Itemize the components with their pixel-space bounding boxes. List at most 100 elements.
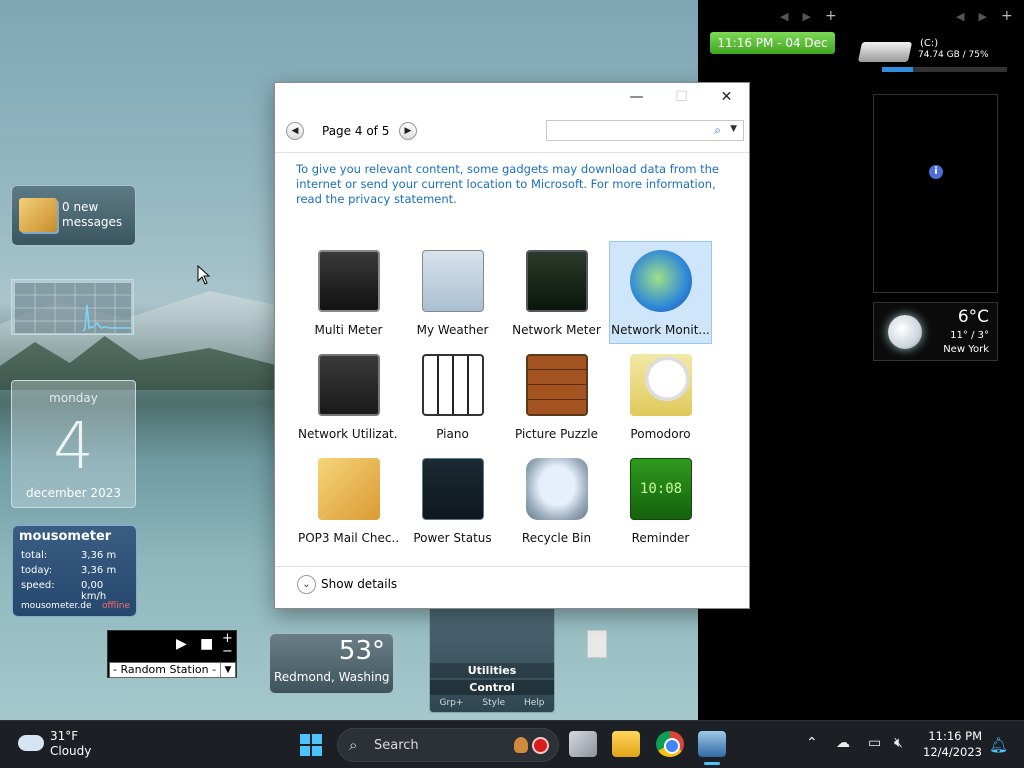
chevron-down-icon[interactable]: ▼ [730, 124, 737, 134]
chevron-down-icon: ⌄ [297, 575, 316, 594]
gadget-tile-picture-puzzle[interactable]: Picture Puzzle [505, 345, 608, 448]
gadget-tile-piano[interactable]: Piano [401, 345, 504, 448]
gadget-tile-reminder[interactable]: 10:08 Reminder [609, 449, 712, 552]
gadget-tile-network-utilization[interactable]: Network Utilizat... [297, 345, 400, 448]
mousometer-status[interactable]: offline [102, 601, 130, 611]
weather-city: New York [943, 344, 989, 355]
piano-icon [422, 354, 484, 416]
group-button[interactable]: Grp+ [439, 698, 463, 708]
weather-gadget-newyork[interactable]: 6°C 11° / 3° New York [873, 302, 998, 361]
previous-icon[interactable]: ◀ [956, 10, 964, 23]
radio-gadget[interactable]: ▶ ■ + − - Random Station - ▼ [107, 630, 237, 678]
gadget-tile-pomodoro[interactable]: Pomodoro [609, 345, 712, 448]
gadget-tile-power-status[interactable]: Power Status [401, 449, 504, 552]
mail-message-count: 0 new messages [62, 200, 123, 229]
moon-icon [888, 315, 922, 349]
divider [275, 566, 749, 567]
drive-size: 74.74 GB / 75% [918, 50, 989, 60]
maximize-button[interactable]: ☐ [659, 83, 704, 111]
previous-icon[interactable]: ◀ [780, 10, 788, 23]
onedrive-offline-icon[interactable]: ☁ [836, 735, 850, 751]
clock-gadget[interactable]: 11:16 PM - 04 Dec [710, 32, 835, 54]
display-icon[interactable]: ▭ [868, 735, 881, 751]
taskbar: 31°F Cloudy ⌕ Search ⌃ ☁ ▭ 🔇︎ 11:16 PM 1… [0, 720, 1024, 768]
style-button[interactable]: Style [482, 698, 505, 708]
volume-down-icon[interactable]: − [222, 644, 233, 659]
mousometer-link[interactable]: mousometer.de [21, 601, 92, 611]
station-select[interactable]: - Random Station - ▼ [109, 662, 236, 678]
gadgets-app-icon[interactable] [698, 731, 726, 757]
next-icon[interactable]: ▶ [978, 10, 986, 23]
search-icon[interactable]: ⌕ [714, 123, 721, 138]
multimeter-icon [318, 250, 380, 312]
file-explorer-icon[interactable] [612, 731, 640, 757]
picture-puzzle-icon [526, 354, 588, 416]
active-app-indicator [704, 762, 720, 765]
taskbar-search-box[interactable]: ⌕ Search [337, 728, 559, 762]
start-button[interactable] [300, 734, 322, 756]
blank-gadget[interactable] [587, 630, 607, 658]
chevron-down-icon: ▼ [220, 663, 235, 677]
next-icon[interactable]: ▶ [802, 10, 810, 23]
network-monitor-icon [630, 250, 692, 312]
search-highlight-icon [514, 737, 528, 753]
power-status-icon [422, 458, 484, 520]
info-icon[interactable]: i [929, 165, 943, 179]
gadget-tile-recycle-bin[interactable]: Recycle Bin [505, 449, 608, 552]
network-utilization-icon [318, 354, 380, 416]
gadget-tile-pop3-mail[interactable]: POP3 Mail Chec... [297, 449, 400, 552]
search-gadgets-input[interactable]: ⌕ ▼ [546, 120, 744, 141]
utilities-control-gadget[interactable]: Utilities Control Grp+ Style Help [429, 605, 555, 713]
gadget-tile-network-monitor[interactable]: Network Monit... [609, 241, 712, 344]
stop-icon[interactable]: ■ [200, 636, 213, 652]
taskbar-clock[interactable]: 11:16 PM 12/4/2023 [920, 728, 982, 760]
volume-muted-icon[interactable]: 🔇︎ [894, 735, 903, 751]
help-button[interactable]: Help [524, 698, 545, 708]
mousometer-gadget[interactable]: mousometer total: 3,36 m today: 3,36 m s… [12, 525, 137, 617]
mail-gadget[interactable]: 0 new messages [11, 185, 136, 246]
reminder-icon: 10:08 [630, 458, 692, 520]
next-page-button[interactable]: ▶ [399, 122, 417, 140]
mousometer-title: mousometer [19, 529, 112, 544]
search-icon: ⌕ [349, 736, 358, 754]
weather-icon [422, 250, 484, 312]
cloud-icon [18, 735, 44, 751]
drive-usage-bar [882, 67, 1007, 72]
utilities-label: Utilities [430, 663, 554, 678]
task-view-button[interactable] [569, 731, 597, 757]
mouse-cursor-icon [197, 265, 211, 285]
pomodoro-icon [630, 354, 692, 416]
privacy-notice-link[interactable]: To give you relevant content, some gadge… [296, 162, 726, 207]
minimize-button[interactable]: — [614, 83, 659, 111]
calendar-gadget[interactable]: monday 4 december 2023 [11, 380, 136, 508]
chrome-icon[interactable] [656, 731, 684, 757]
network-graph-gadget[interactable] [11, 279, 134, 335]
calendar-month: december 2023 [26, 486, 121, 500]
gadget-tile-my-weather[interactable]: My Weather [401, 241, 504, 344]
taskbar-date: 12/4/2023 [923, 745, 982, 759]
search-highlight-badge-icon [532, 737, 549, 754]
gadget-tile-multi-meter[interactable]: Multi Meter [297, 241, 400, 344]
weather-temperature: 6°C [957, 307, 989, 327]
mail-icon [19, 198, 57, 232]
network-graph [15, 283, 131, 333]
gadget-tile-network-meter[interactable]: Network Meter [505, 241, 608, 344]
taskbar-weather-condition: Cloudy [50, 744, 92, 758]
add-gadget-icon[interactable]: + [1001, 8, 1013, 24]
network-meter-icon [526, 250, 588, 312]
chevron-up-icon[interactable]: ⌃ [806, 735, 818, 751]
sidebar-nav-left: ◀ ▶ + [780, 8, 837, 24]
empty-gadget[interactable]: i [873, 94, 998, 293]
drive-gadget[interactable]: (C:) 74.74 GB / 75% [857, 38, 1013, 74]
pop3-mail-icon [318, 458, 380, 520]
add-gadget-icon[interactable]: + [825, 8, 837, 24]
notification-bell-icon[interactable]: 🔔︎ [989, 736, 1008, 754]
play-icon[interactable]: ▶ [176, 636, 187, 652]
weather-gadget-redmond[interactable]: 53° Redmond, Washing [269, 633, 394, 694]
close-button[interactable]: ✕ [704, 83, 749, 111]
drive-label: (C:) [920, 38, 939, 49]
utilities-buttons: Grp+ Style Help [430, 698, 554, 708]
recycle-bin-icon [526, 458, 588, 520]
show-details-label: Show details [321, 577, 398, 591]
previous-page-button[interactable]: ◀ [286, 122, 304, 140]
